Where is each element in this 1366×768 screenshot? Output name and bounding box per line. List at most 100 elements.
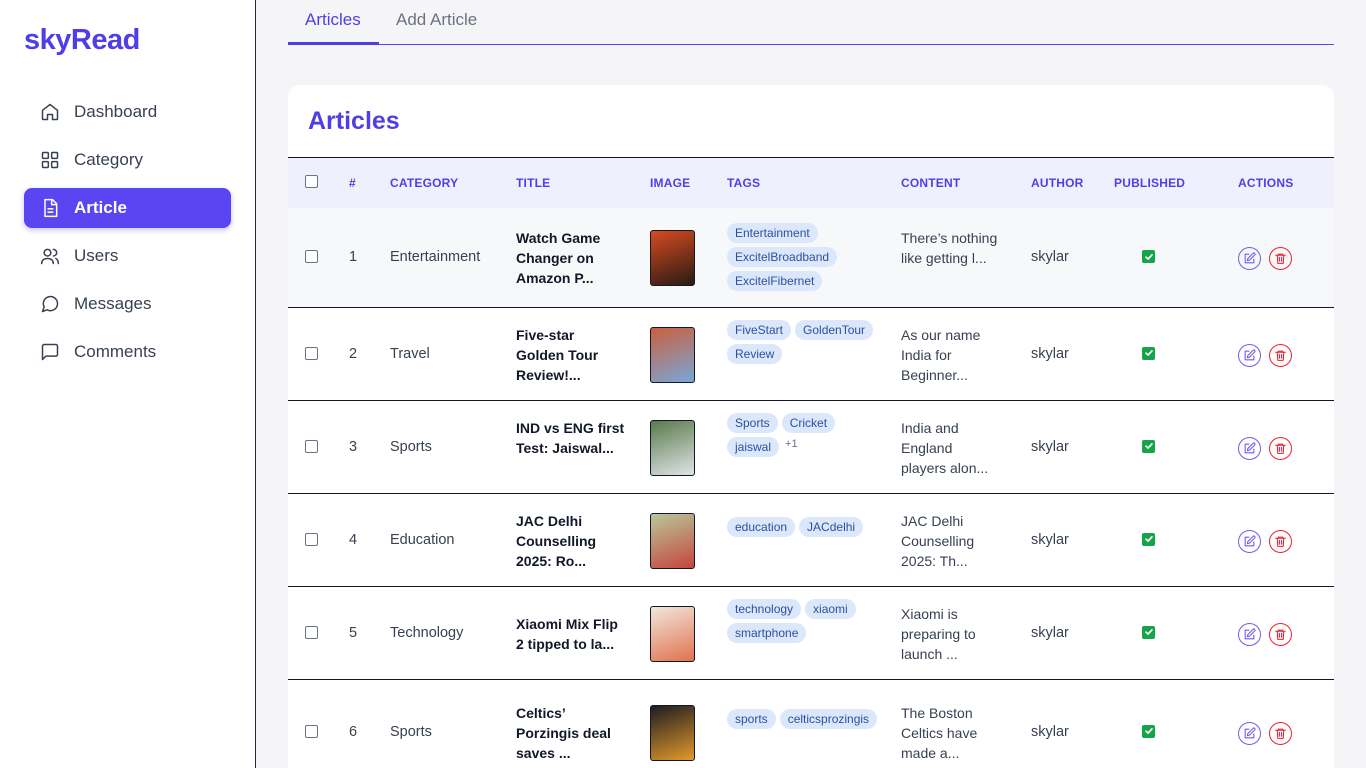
sidebar-item-dashboard[interactable]: Dashboard — [24, 92, 231, 132]
row-checkbox[interactable] — [305, 625, 318, 639]
tag-badge: ExcitelFibernet — [727, 271, 823, 291]
column-header-title: TITLE — [516, 176, 551, 190]
row-author: skylar — [1031, 249, 1069, 265]
sidebar-item-comments[interactable]: Comments — [24, 332, 231, 372]
row-category: Travel — [390, 345, 430, 362]
column-header-content: CONTENT — [901, 176, 961, 190]
published-check-icon[interactable] — [1142, 250, 1155, 263]
row-number: 6 — [349, 723, 358, 740]
column-header-category: CATEGORY — [390, 176, 459, 190]
row-title[interactable]: JAC Delhi Counselling 2025: Ro... — [516, 511, 626, 571]
edit-button[interactable] — [1238, 436, 1261, 460]
row-category: Sports — [390, 438, 432, 455]
edit-button[interactable] — [1238, 529, 1261, 553]
users-icon — [40, 246, 60, 266]
table-row: 1 Entertainment Watch Game Changer on Amaz… — [288, 208, 1334, 308]
sidebar-item-label: Users — [74, 246, 119, 265]
tag-badge: xiaomi — [805, 598, 856, 619]
more-tags-count: +1 — [785, 437, 798, 450]
delete-button[interactable] — [1269, 529, 1292, 553]
row-category: Education — [390, 531, 455, 548]
sidebar-item-label: Article — [74, 198, 127, 217]
delete-button[interactable] — [1269, 622, 1292, 646]
tag-badge: FiveStart — [727, 319, 792, 340]
articles-card: Articles # CATEGORY TITLE IMAGE TAGS CON… — [288, 85, 1334, 768]
row-tags: FiveStart GoldenTour Review — [727, 319, 887, 364]
row-tags: Sports Cricket jaiswal +1 — [727, 412, 887, 457]
tab-add-article[interactable]: Add Article — [379, 0, 494, 45]
sidebar-item-category[interactable]: Category — [24, 140, 231, 180]
sidebar: skyRead Dashboard Category Article Users Mes… — [0, 0, 256, 768]
tag-badge: technology — [727, 598, 802, 619]
tag-badge: sports — [727, 708, 776, 729]
brand-logo[interactable]: skyRead — [24, 24, 140, 57]
row-checkbox[interactable] — [305, 250, 318, 263]
row-title[interactable]: Watch Game Changer on Amazon P... — [516, 228, 626, 288]
published-check-icon[interactable] — [1142, 532, 1155, 546]
row-content: There’s nothing like getting l... — [901, 230, 998, 266]
column-header-author: AUTHOR — [1031, 176, 1084, 190]
published-check-icon[interactable] — [1142, 346, 1155, 360]
tab-articles[interactable]: Articles — [288, 0, 379, 45]
published-check-icon[interactable] — [1142, 724, 1155, 738]
article-thumbnail — [650, 419, 695, 476]
row-title[interactable]: Five-star Golden Tour Review!... — [516, 325, 626, 385]
sidebar-item-label: Dashboard — [74, 102, 158, 121]
edit-button[interactable] — [1238, 343, 1261, 367]
delete-button[interactable] — [1269, 436, 1292, 460]
row-category: Entertainment — [390, 249, 481, 265]
row-number: 2 — [349, 345, 358, 362]
sidebar-item-users[interactable]: Users — [24, 236, 231, 276]
row-number: 5 — [349, 624, 358, 641]
row-title[interactable]: IND vs ENG first Test: Jaiswal... — [516, 418, 626, 458]
document-icon — [40, 198, 60, 218]
edit-icon — [1243, 441, 1256, 455]
home-icon — [40, 102, 60, 122]
trash-icon — [1274, 252, 1287, 265]
row-checkbox[interactable] — [305, 532, 318, 546]
published-check-icon[interactable] — [1142, 625, 1155, 639]
tag-badge: smartphone — [727, 622, 807, 643]
page-title: Articles — [308, 107, 400, 135]
column-header-image: IMAGE — [650, 176, 691, 190]
row-author: skylar — [1031, 438, 1069, 455]
row-title[interactable]: Xiaomi Mix Flip 2 tipped to la... — [516, 614, 626, 654]
sidebar-item-article[interactable]: Article — [24, 188, 231, 228]
row-content: As our name India for Beginner... — [901, 326, 981, 383]
edit-icon — [1243, 252, 1256, 265]
delete-button[interactable] — [1269, 247, 1292, 270]
sidebar-nav: Dashboard Category Article Users Messages Com… — [24, 92, 231, 380]
edit-icon — [1243, 726, 1256, 740]
sidebar-item-label: Category — [74, 150, 143, 169]
delete-button[interactable] — [1269, 343, 1292, 367]
edit-button[interactable] — [1238, 247, 1261, 270]
row-title[interactable]: Celtics’ Porzingis deal saves ... — [516, 703, 626, 763]
delete-button[interactable] — [1269, 721, 1292, 745]
tag-badge: GoldenTour — [795, 319, 874, 340]
tag-badge: celticsprozingis — [779, 708, 878, 729]
row-author: skylar — [1031, 723, 1069, 740]
article-thumbnail — [650, 230, 695, 286]
select-all-checkbox[interactable] — [305, 175, 318, 188]
row-content: Xiaomi is preparing to launch ... — [901, 605, 976, 662]
row-tags: education JACdelhi — [727, 516, 887, 537]
sidebar-item-messages[interactable]: Messages — [24, 284, 231, 324]
column-header-number: # — [349, 176, 356, 190]
message-circle-icon — [40, 294, 60, 314]
edit-icon — [1243, 348, 1256, 362]
row-checkbox[interactable] — [305, 724, 318, 738]
message-square-icon — [40, 342, 60, 362]
tag-badge: education — [727, 516, 796, 537]
sidebar-item-label: Messages — [74, 294, 152, 313]
row-tags: Entertainment ExcitelBroadband ExcitelFibe… — [727, 223, 887, 291]
row-category: Technology — [390, 624, 464, 641]
row-checkbox[interactable] — [305, 346, 318, 360]
edit-button[interactable] — [1238, 721, 1261, 745]
row-number: 1 — [349, 249, 358, 265]
row-checkbox[interactable] — [305, 439, 318, 453]
column-header-published: PUBLISHED — [1114, 176, 1186, 190]
sidebar-item-label: Comments — [74, 342, 157, 361]
row-content: JAC Delhi Counselling 2025: Th... — [901, 512, 975, 569]
published-check-icon[interactable] — [1142, 439, 1155, 453]
edit-button[interactable] — [1238, 622, 1261, 646]
